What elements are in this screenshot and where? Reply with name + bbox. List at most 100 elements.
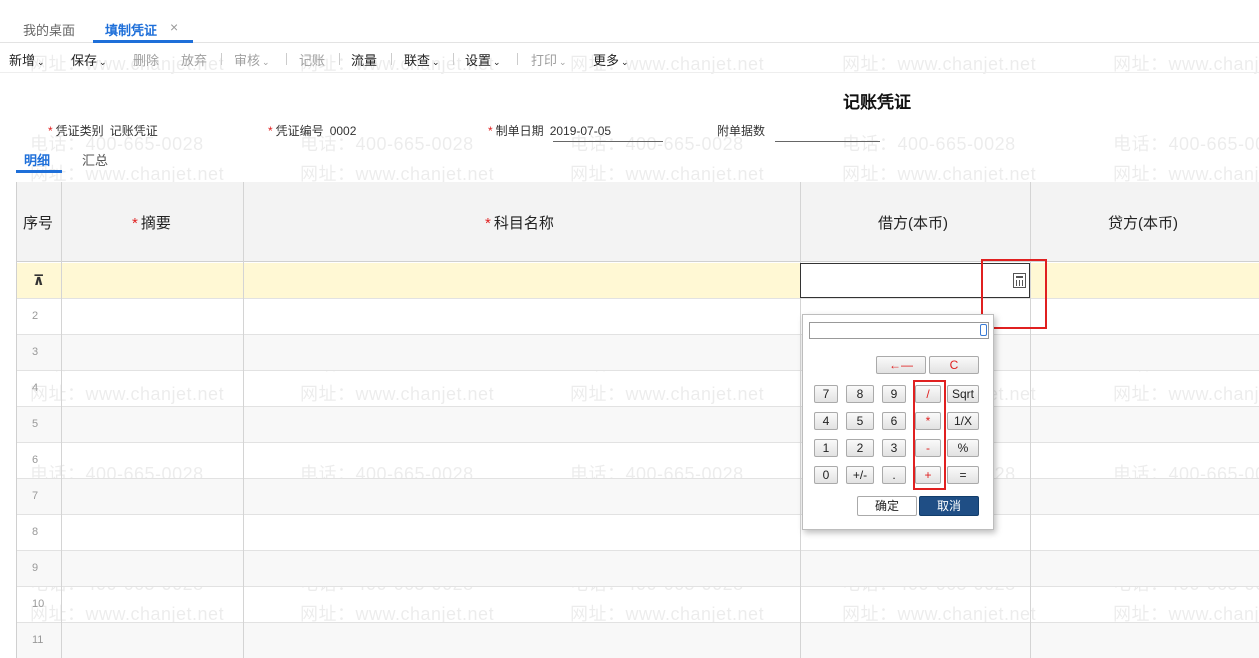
- calc-key-equals[interactable]: =: [947, 466, 979, 484]
- toolbar-divider: [453, 53, 454, 65]
- insert-row-icon[interactable]: ⊼: [33, 273, 48, 288]
- table-row[interactable]: 5: [17, 407, 1259, 443]
- attachments-underline: [775, 141, 880, 142]
- post-button[interactable]: 记账: [299, 50, 325, 69]
- tab-summary[interactable]: 汇总: [82, 150, 108, 169]
- header-account: * 科目名称: [485, 212, 554, 233]
- calc-cancel-button[interactable]: 取消: [919, 496, 979, 516]
- save-button[interactable]: 保存 ⌄: [71, 50, 107, 69]
- column-divider: [243, 182, 244, 658]
- voucher-type-field[interactable]: * 凭证类别 记账凭证: [48, 122, 158, 139]
- voucher-type-value[interactable]: 记账凭证: [110, 124, 158, 138]
- row-number: 3: [32, 346, 39, 358]
- active-subtab-indicator: [16, 170, 62, 173]
- table-row[interactable]: 9: [17, 551, 1259, 587]
- calc-clear-button[interactable]: C: [929, 356, 979, 374]
- flow-button[interactable]: 流量: [351, 50, 377, 69]
- review-button[interactable]: 审核 ⌄: [234, 50, 270, 69]
- delete-button[interactable]: 删除: [133, 50, 159, 69]
- calc-backspace-button[interactable]: ←—: [876, 356, 926, 374]
- table-row[interactable]: 2: [17, 299, 1259, 335]
- annotation-highlight-operators: [913, 380, 946, 490]
- required-mark: *: [132, 215, 138, 232]
- grid-header: 序号 * 摘要 * 科目名称 借方(本币) 贷方(本币): [17, 182, 1259, 262]
- column-divider: [1030, 182, 1031, 658]
- calc-key-decimal[interactable]: .: [882, 466, 906, 484]
- calc-key-reciprocal[interactable]: 1/X: [947, 412, 979, 430]
- calc-key-3[interactable]: 3: [882, 439, 906, 457]
- calc-key-5[interactable]: 5: [846, 412, 874, 430]
- column-divider: [61, 182, 62, 658]
- required-mark: *: [48, 124, 53, 138]
- calculator-display[interactable]: [809, 322, 989, 339]
- new-button[interactable]: 新增 ⌄: [9, 50, 45, 69]
- tab-detail[interactable]: 明细: [24, 150, 50, 169]
- voucher-number-field[interactable]: * 凭证编号 0002: [268, 122, 356, 139]
- calc-key-1[interactable]: 1: [814, 439, 838, 457]
- tab-fill-voucher[interactable]: 填制凭证: [105, 20, 157, 39]
- toolbar: 新增 ⌄ 保存 ⌄ 删除 放弃 审核 ⌄ 记账 流量 联查 ⌄ 设置 ⌄ 打印 ⌄ 更多 ⌄: [0, 43, 1259, 73]
- table-row[interactable]: 8: [17, 515, 1259, 551]
- row-number: 11: [32, 634, 44, 646]
- review-label: 审核: [234, 53, 261, 68]
- table-row[interactable]: 10: [17, 587, 1259, 623]
- chevron-down-icon: ⌄: [621, 57, 629, 67]
- table-row-current[interactable]: ⊼: [17, 263, 1259, 299]
- watermark-text: 电话：400-665-0028: [1113, 134, 1259, 154]
- close-icon[interactable]: ×: [170, 19, 178, 35]
- calculator-display-scroll[interactable]: [980, 324, 987, 336]
- calc-key-9[interactable]: 9: [882, 385, 906, 403]
- discard-button[interactable]: 放弃: [181, 50, 207, 69]
- calc-key-0[interactable]: 0: [814, 466, 838, 484]
- calc-key-percent[interactable]: %: [947, 439, 979, 457]
- required-mark: *: [485, 215, 491, 232]
- tab-bar: 我的桌面 填制凭证 ×: [0, 8, 1259, 43]
- header-summary-label: 摘要: [140, 215, 171, 232]
- date-underline: [553, 141, 663, 142]
- tab-my-desktop[interactable]: 我的桌面: [23, 20, 75, 39]
- table-row[interactable]: 3: [17, 335, 1259, 371]
- calc-key-6[interactable]: 6: [882, 412, 906, 430]
- toolbar-divider: [286, 53, 287, 65]
- row-number: 9: [32, 562, 39, 574]
- table-row[interactable]: 11: [17, 623, 1259, 658]
- row-number: 5: [32, 418, 39, 430]
- row-number: 6: [32, 454, 39, 466]
- column-divider: [800, 182, 801, 658]
- toolbar-divider: [391, 53, 392, 65]
- calc-key-8[interactable]: 8: [846, 385, 874, 403]
- toolbar-divider: [517, 53, 518, 65]
- chevron-down-icon: ⌄: [262, 57, 270, 67]
- lookup-button[interactable]: 联查 ⌄: [404, 50, 440, 69]
- required-mark: *: [488, 124, 493, 138]
- print-button[interactable]: 打印 ⌄: [531, 50, 567, 69]
- table-row[interactable]: 4: [17, 371, 1259, 407]
- calc-key-negate[interactable]: +/-: [846, 466, 874, 484]
- voucher-date-value[interactable]: 2019-07-05: [550, 124, 611, 138]
- table-row[interactable]: 7: [17, 479, 1259, 515]
- table-row[interactable]: 6: [17, 443, 1259, 479]
- calculator-popup: ←— C 7 8 9 / Sqrt 4 5 6 * 1/X 1 2 3 - % …: [802, 314, 994, 530]
- calc-key-2[interactable]: 2: [846, 439, 874, 457]
- voucher-type-label: 凭证类别: [55, 124, 104, 138]
- more-label: 更多: [593, 53, 620, 68]
- attachments-field[interactable]: 附单据数: [717, 122, 771, 139]
- toolbar-divider: [221, 53, 222, 65]
- calc-ok-button[interactable]: 确定: [857, 496, 917, 516]
- toolbar-divider: [339, 53, 340, 65]
- voucher-date-field[interactable]: * 制单日期 2019-07-05: [488, 122, 611, 139]
- calc-key-4[interactable]: 4: [814, 412, 838, 430]
- voucher-number-label: 凭证编号: [275, 124, 324, 138]
- voucher-title: 记账凭证: [843, 93, 911, 112]
- settings-button[interactable]: 设置 ⌄: [465, 50, 501, 69]
- chevron-down-icon: ⌄: [493, 57, 501, 67]
- voucher-number-value[interactable]: 0002: [330, 124, 357, 138]
- calc-key-7[interactable]: 7: [814, 385, 838, 403]
- chevron-down-icon: ⌄: [99, 57, 107, 67]
- required-mark: *: [268, 124, 273, 138]
- more-button[interactable]: 更多 ⌄: [593, 50, 629, 69]
- watermark-text: 电话：400-665-0028: [842, 134, 1016, 154]
- calc-key-sqrt[interactable]: Sqrt: [947, 385, 979, 403]
- chevron-down-icon: ⌄: [559, 57, 567, 67]
- header-credit: 贷方(本币): [1108, 215, 1178, 232]
